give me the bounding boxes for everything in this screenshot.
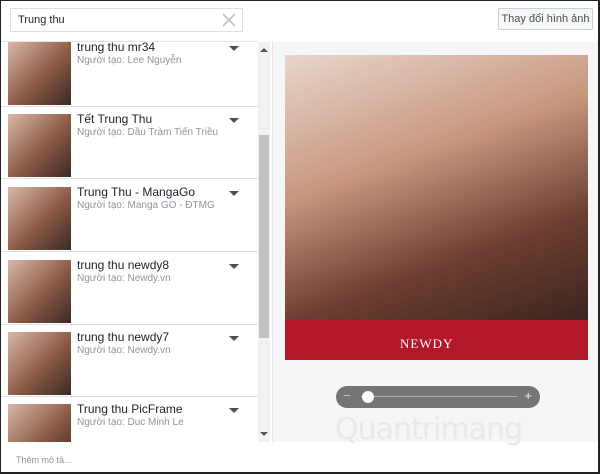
zoom-slider[interactable]: − + [336,386,540,408]
frame-list-item[interactable]: Trung Thu - MangaGo Người tạo: Manga GO … [1,180,258,252]
frame-thumbnail [8,404,71,442]
frame-name: Trung thu PicFrame [77,402,183,416]
caret-down-icon[interactable] [229,191,239,196]
frame-name: trung thu newdy8 [77,258,170,272]
frame-list-item[interactable]: trung thu newdy7 Người tạo: Newdy.vn [1,325,258,397]
caret-down-icon[interactable] [229,336,239,341]
caret-down-icon[interactable] [229,118,239,123]
search-input[interactable]: Trung thu [10,8,243,32]
frame-thumbnail [8,260,71,323]
zoom-in-icon[interactable]: + [524,388,532,403]
frame-list-item[interactable]: Tết Trung Thu Người tạo: Dầu Tràm Tiến T… [1,107,258,179]
frame-name: Tết Trung Thu [77,112,153,126]
search-value: Trung thu [18,14,65,26]
frame-creator: Người tạo: Dầu Tràm Tiến Triều [77,127,219,138]
frame-list-item[interactable]: trung thu mr34 Người tạo: Lee Nguyễn [1,41,258,107]
frame-creator: Người tạo: Manga GO - ĐTMG [77,200,215,211]
frame-name: Trung Thu - MangaGo [77,185,196,199]
frame-creator: Người tạo: Duc Minh Le [77,417,184,428]
scrollbar-thumb[interactable] [259,135,269,338]
frame-thumbnail [8,114,71,177]
frame-thumbnail [8,332,71,395]
frame-list-item[interactable]: trung thu newdy8 Người tạo: Newdy.vn [1,253,258,325]
zoom-knob[interactable] [361,391,374,403]
frame-thumbnail [8,187,71,250]
change-image-button[interactable]: Thay đổi hình ảnh [498,8,593,30]
frame-list-item[interactable]: Trung thu PicFrame Người tạo: Duc Minh L… [1,397,258,442]
caret-down-icon[interactable] [229,264,239,269]
scroll-down-icon[interactable] [260,432,268,436]
caret-down-icon[interactable] [229,46,239,51]
description-input[interactable]: Thêm mô tả... [16,455,72,465]
frame-name: trung thu mr34 [77,41,156,54]
frame-creator: Người tạo: Lee Nguyễn [77,55,182,66]
profile-photo-preview[interactable]: NEWDY [285,55,588,360]
caret-down-icon[interactable] [229,408,239,413]
frame-thumbnail [8,42,71,105]
clear-icon[interactable] [220,11,238,29]
frame-brand: NEWDY [400,336,454,351]
frame-list: trung thu mr34 Người tạo: Lee Nguyễn Tết… [1,41,258,442]
frame-creator: Người tạo: Newdy.vn [77,345,171,356]
frame-name: trung thu newdy7 [77,330,170,344]
scroll-up-icon[interactable] [260,48,268,52]
zoom-track[interactable] [361,396,518,397]
zoom-out-icon[interactable]: − [343,388,351,403]
frame-creator: Người tạo: Newdy.vn [77,273,171,284]
watermark: Quantrimang [335,412,523,447]
